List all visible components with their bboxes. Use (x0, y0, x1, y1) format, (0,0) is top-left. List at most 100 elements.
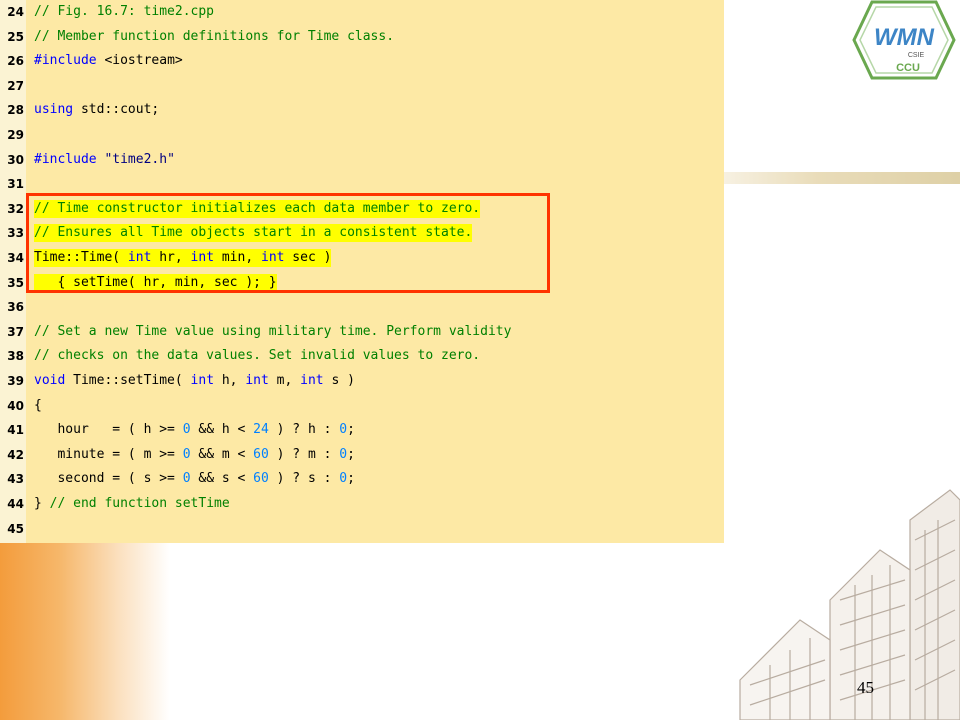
decorative-bar (724, 172, 960, 184)
code-line: 30 #include "time2.h" (0, 151, 724, 175)
line-number: 27 (7, 78, 24, 93)
line-number: 41 (7, 423, 24, 438)
code-listing-panel: 24 // Fig. 16.7: time2.cpp 25 // Member fun… (0, 0, 724, 543)
code-token: Time::setTime( (65, 373, 191, 388)
code-source: minute = ( m >= 0 && m < 60 ) ? m : 0; (34, 446, 355, 464)
code-line: 27 (0, 77, 724, 101)
code-source: // Fig. 16.7: time2.cpp (34, 3, 214, 21)
code-token: <iostream> (96, 53, 183, 69)
code-token: // checks on the data values. Set invali… (34, 348, 481, 364)
line-number: 25 (7, 29, 24, 44)
code-token: && h < (190, 422, 254, 438)
code-token: { (34, 397, 42, 413)
code-token: #include (34, 53, 97, 69)
page-number: 45 (857, 678, 874, 697)
code-token: int (245, 373, 269, 388)
code-token: 0 (182, 471, 191, 487)
code-token: h, (214, 373, 246, 388)
code-source: #include "time2.h" (34, 151, 175, 169)
code-token: hour = ( h >= (34, 422, 183, 438)
code-line: 42 minute = ( m >= 0 && m < 60 ) ? m : 0… (0, 446, 724, 470)
code-token: ) ? m : (268, 446, 340, 462)
code-token: && s < (190, 471, 254, 487)
code-token: int (190, 373, 215, 388)
code-line: 24 // Fig. 16.7: time2.cpp (0, 3, 724, 27)
code-token: int (300, 373, 324, 388)
line-number: 26 (7, 54, 24, 69)
code-token: #include (34, 151, 97, 167)
code-token: 60 (253, 471, 269, 487)
highlight-box (26, 193, 550, 293)
line-number: 42 (7, 447, 24, 462)
code-token: 60 (253, 446, 269, 462)
logo-title: WMN (874, 24, 935, 51)
code-token: // Member function definitions for Time … (34, 28, 395, 44)
line-number: 32 (7, 201, 24, 216)
code-source: #include <iostream> (34, 52, 183, 70)
line-number: 33 (7, 226, 24, 241)
code-source: } // end function setTime (34, 495, 230, 513)
line-number: 40 (7, 398, 24, 413)
code-line: 26 #include <iostream> (0, 52, 724, 76)
code-token: // Fig. 16.7: time2.cpp (34, 4, 215, 19)
code-line: 25 // Member function definitions for Tim… (0, 28, 724, 52)
line-number: 37 (7, 324, 24, 339)
code-token: second = ( s >= (34, 471, 183, 487)
line-number: 35 (7, 275, 24, 290)
line-number: 43 (7, 472, 24, 487)
code-token: 0 (182, 446, 191, 462)
code-source: // checks on the data values. Set invali… (34, 347, 480, 365)
line-number: 30 (7, 152, 24, 167)
line-number: 38 (7, 349, 24, 364)
code-token: m, (268, 373, 301, 388)
code-line: 40 { (0, 397, 724, 421)
code-line: 37 // Set a new Time value using military… (0, 323, 724, 347)
logo-subtitle: CSIE (908, 52, 925, 59)
code-token: "time2.h" (104, 151, 175, 167)
code-token: 0 (182, 422, 191, 438)
code-source: second = ( s >= 0 && s < 60 ) ? s : 0; (34, 470, 355, 488)
code-token: void (34, 373, 66, 388)
code-token: 0 (339, 471, 348, 487)
wmn-logo: WMN CSIE CCU (852, 0, 956, 80)
code-token: } (34, 496, 50, 511)
code-source: // Set a new Time value using military t… (34, 323, 511, 341)
code-line: 44} // end function setTime (0, 495, 724, 519)
code-token: ) ? s : (268, 471, 340, 487)
code-token: ) ? h : (268, 422, 340, 438)
line-number: 36 (7, 300, 24, 315)
decorative-gradient-strip (0, 540, 170, 720)
line-number: 39 (7, 374, 24, 388)
code-source: hour = ( h >= 0 && h < 24 ) ? h : 0; (34, 421, 354, 439)
logo-org: CCU (896, 62, 920, 74)
code-token: ; (347, 471, 355, 487)
code-line: 38 // checks on the data values. Set inva… (0, 347, 724, 371)
code-token: s ) (323, 373, 355, 388)
code-token: // Set a new Time value using military t… (34, 323, 512, 339)
code-token: using (34, 102, 74, 118)
code-source: using std::cout; (34, 101, 159, 119)
code-line: 43 second = ( s >= 0 && s < 60 ) ? s : 0… (0, 470, 724, 494)
code-line: 41 hour = ( h >= 0 && h < 24 ) ? h : 0; (0, 421, 724, 445)
line-number: 31 (7, 177, 24, 192)
line-number: 29 (7, 128, 24, 142)
code-source: void Time::setTime( int h, int m, int s … (34, 372, 355, 390)
code-line: 36 (0, 298, 724, 322)
code-source: // Member function definitions for Time … (34, 28, 394, 46)
line-number: 24 (7, 5, 24, 19)
line-number: 45 (7, 521, 24, 536)
code-token: // end function setTime (49, 496, 230, 511)
code-token: 0 (339, 446, 348, 462)
line-number: 44 (7, 497, 24, 511)
code-line: 45 (0, 520, 724, 544)
code-line: 29 (0, 126, 724, 150)
code-token: 0 (339, 422, 348, 438)
line-number: 28 (7, 103, 24, 118)
code-token: minute = ( m >= (34, 446, 183, 462)
code-token: && m < (190, 446, 254, 462)
line-number: 34 (7, 251, 24, 265)
code-line: 28 using std::cout; (0, 101, 724, 125)
code-token: ; (347, 446, 355, 462)
code-line: 39 void Time::setTime( int h, int m, int … (0, 372, 724, 396)
code-token: std::cout; (73, 102, 160, 118)
